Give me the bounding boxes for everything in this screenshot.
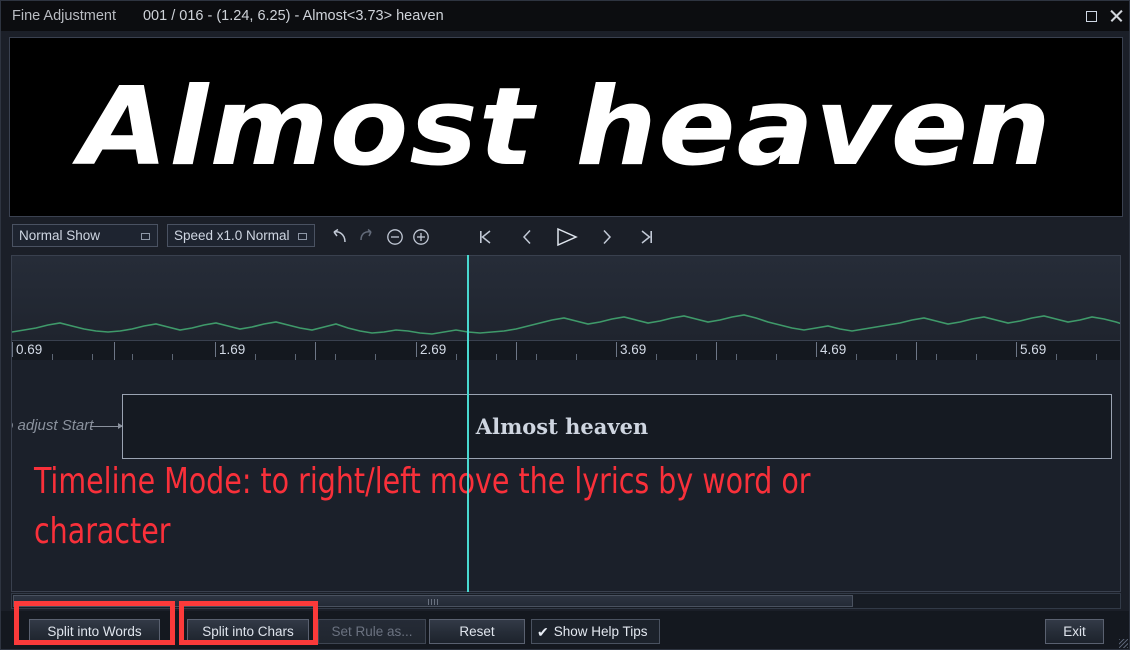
show-help-tips-checkbox[interactable]: ✔ Show Help Tips [531,619,660,644]
reset-button[interactable]: Reset [429,619,525,644]
ruler-label: 4.69 [816,342,846,357]
undo-icon [329,228,349,246]
highlight-split-chars [179,601,318,645]
undo-button[interactable] [325,221,353,253]
maximize-icon[interactable] [1086,10,1097,22]
help-tip-text: o adjust Start [11,417,94,434]
plus-circle-icon [412,228,430,246]
zoom-out-button[interactable] [381,221,409,253]
timeline-track-area[interactable]: o adjust Start Almost heaven Timeline Mo… [11,360,1121,592]
skip-end-icon [639,228,655,246]
window-title: Fine Adjustment [12,8,116,24]
resize-grip-icon[interactable] [1119,639,1128,648]
exit-button[interactable]: Exit [1045,619,1104,644]
redo-icon [357,228,377,246]
chevron-down-icon [298,233,307,240]
zoom-in-button[interactable] [407,221,435,253]
timeline-ruler[interactable]: 0.69 1.69 2.69 3.69 4.69 5.69 [11,341,1121,360]
ruler-label: 2.69 [416,342,446,357]
ruler-label: 1.69 [215,342,245,357]
skip-to-start-button[interactable] [471,221,499,253]
show-mode-dropdown[interactable]: Normal Show [12,224,158,247]
speed-mode-dropdown[interactable]: Speed x1.0 Normal [167,224,315,247]
chevron-left-icon [520,228,534,246]
help-tip-arrow-icon [90,423,123,429]
annotation-text: Timeline Mode: to right/left move the ly… [34,461,811,552]
redo-button[interactable] [353,221,381,253]
ruler-label: 3.69 [616,342,646,357]
window-subtitle: 001 / 016 - (1.24, 6.25) - Almost<3.73> … [142,8,444,24]
play-button[interactable] [551,221,583,253]
show-mode-value: Normal Show [19,228,101,243]
chevron-down-icon [141,233,150,240]
scrollbar-grip-icon [428,599,438,605]
highlight-split-words [14,601,175,645]
skip-to-end-button[interactable] [633,221,661,253]
speed-mode-value: Speed x1.0 Normal [174,228,290,243]
lyric-preview-panel: Almost heaven [9,37,1123,217]
play-icon [554,226,580,248]
next-button[interactable] [593,221,621,253]
skip-start-icon [477,228,493,246]
lyric-segment-block[interactable]: Almost heaven [122,394,1112,459]
ruler-label: 0.69 [12,342,42,357]
set-rule-button: Set Rule as... [318,619,426,644]
preview-lyric-text: Almost heaven [79,64,1053,190]
toolbar: Normal Show Speed x1.0 Normal [1,221,1129,467]
fine-adjustment-window: Fine Adjustment 001 / 016 - (1.24, 6.25)… [0,0,1130,650]
window-controls [1086,1,1123,31]
lyric-segment-text: Almost heaven [475,414,649,439]
check-icon: ✔ [537,623,549,640]
close-icon[interactable] [1109,9,1123,23]
waveform-panel[interactable] [11,255,1121,341]
previous-button[interactable] [513,221,541,253]
chevron-right-icon [600,228,614,246]
horizontal-scrollbar[interactable] [11,593,1121,609]
ruler-label: 5.69 [1016,342,1046,357]
minus-circle-icon [386,228,404,246]
show-help-tips-label: Show Help Tips [553,624,648,639]
title-bar: Fine Adjustment 001 / 016 - (1.24, 6.25)… [1,1,1129,31]
playhead-cursor[interactable] [467,255,469,592]
waveform-graph [12,314,1120,335]
